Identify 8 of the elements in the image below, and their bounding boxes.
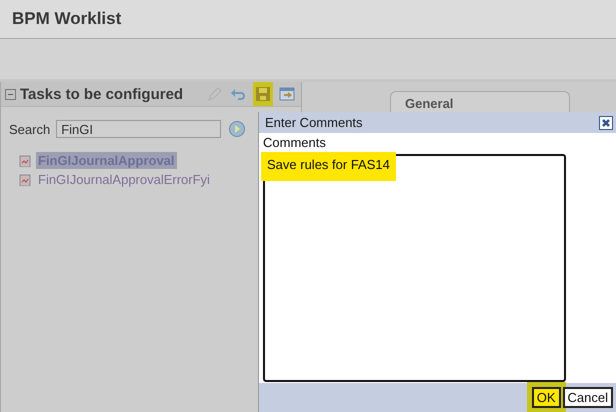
dialog-title: Enter Comments bbox=[265, 115, 363, 130]
page-title: BPM Worklist bbox=[12, 9, 122, 29]
comments-field[interactable]: Save rules for FAS14 bbox=[263, 154, 566, 382]
search-label: Search bbox=[9, 122, 50, 136]
panel-title: Tasks to be configured bbox=[20, 86, 184, 102]
dialog-button[interactable]: Cancel bbox=[562, 387, 613, 408]
search-field[interactable]: FinGI bbox=[56, 120, 222, 138]
field-label: Comments bbox=[263, 135, 327, 150]
